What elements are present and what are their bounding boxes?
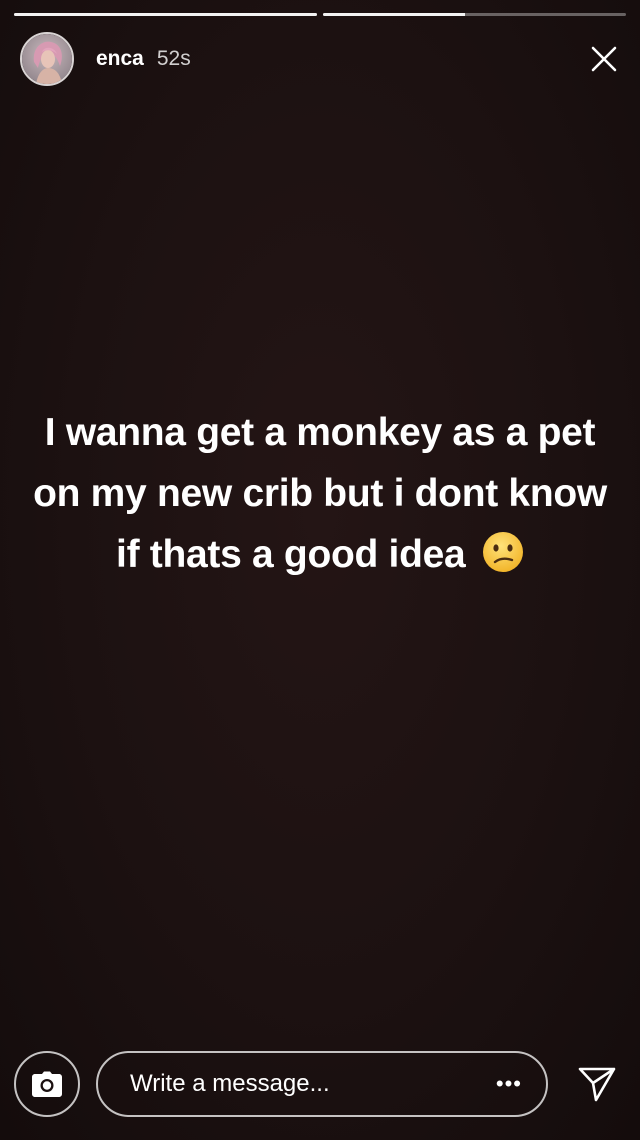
progress-fill-1 (14, 13, 317, 16)
close-button[interactable] (584, 39, 624, 79)
story-header: enca 52s (20, 30, 624, 88)
message-input[interactable] (128, 1069, 490, 1099)
send-button[interactable] (572, 1059, 622, 1109)
more-options-button[interactable]: ••• (490, 1073, 528, 1095)
send-icon (578, 1067, 616, 1102)
progress-segment-2 (323, 13, 626, 16)
message-bar: ••• (14, 1050, 622, 1118)
close-icon (591, 46, 617, 72)
progress-segment-1 (14, 13, 317, 16)
story-progress (14, 13, 626, 16)
message-input-box[interactable]: ••• (96, 1051, 548, 1117)
camera-button[interactable] (14, 1051, 80, 1117)
progress-fill-2 (323, 13, 466, 16)
story-text-block: I wanna get a monkey as a pet on my new … (20, 402, 620, 591)
confused-face-emoji (482, 530, 524, 591)
username[interactable]: enca (96, 47, 144, 71)
story-timestamp: 52s (156, 47, 191, 70)
camera-icon (32, 1071, 62, 1097)
story-viewer: enca 52s I wanna get a monkey as a pet o… (0, 0, 640, 1140)
avatar[interactable] (20, 32, 74, 86)
